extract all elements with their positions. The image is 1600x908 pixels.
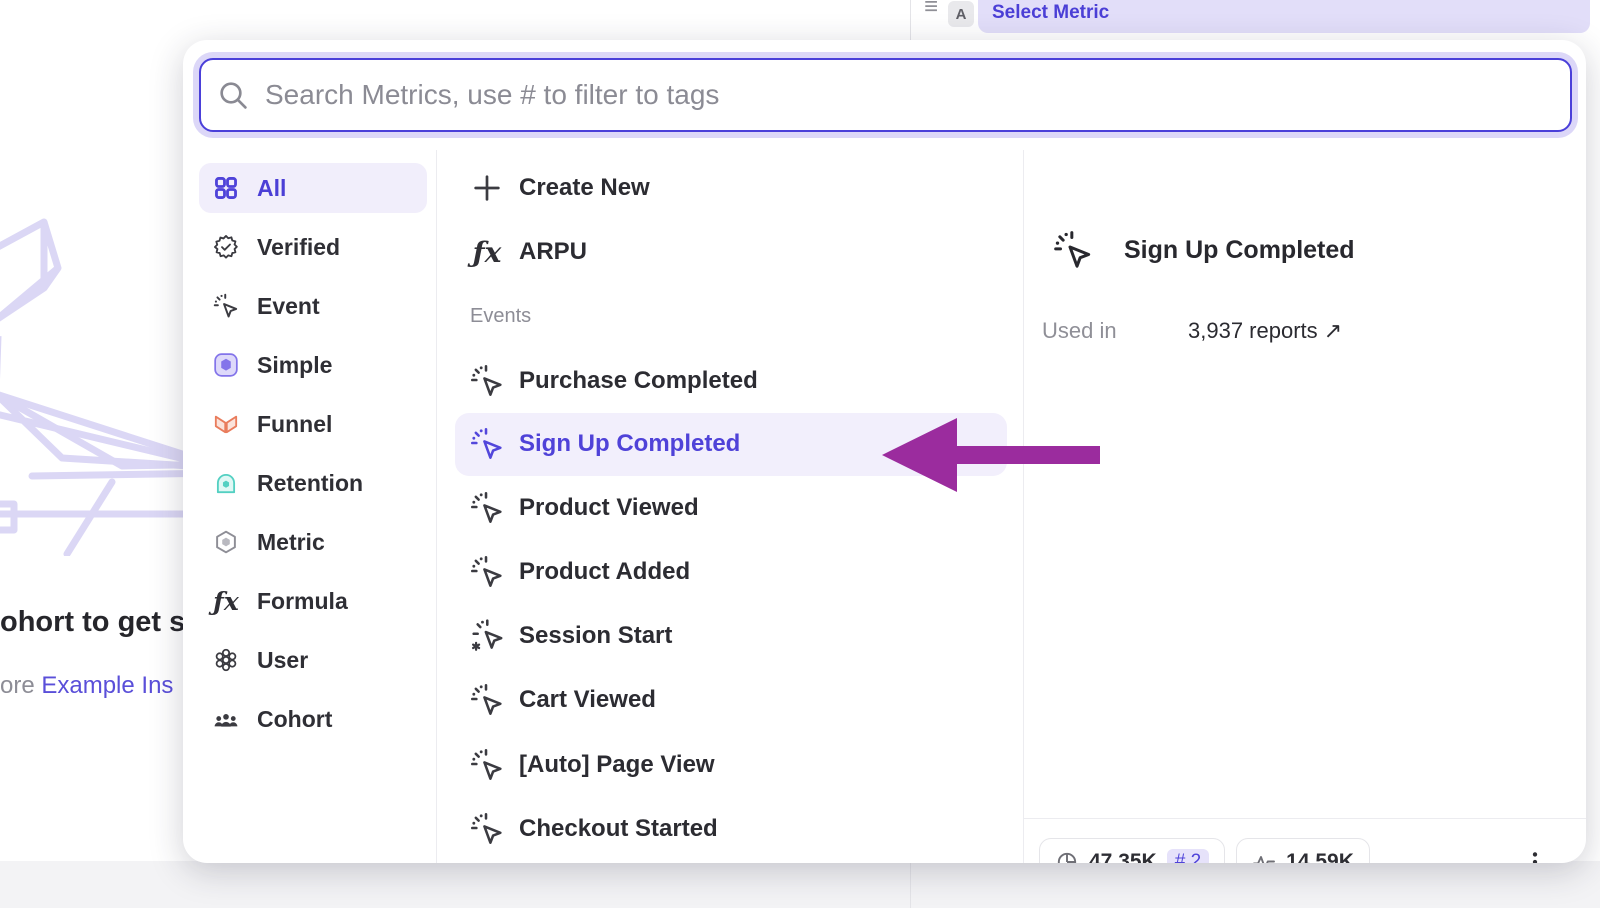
more-options-button[interactable] (1520, 847, 1550, 863)
empty-state-subtext: ore Example Ins (0, 672, 173, 700)
list-item-label: Session Start (519, 622, 672, 650)
event-cursor-icon (1053, 230, 1093, 270)
event-cursor-star-icon (470, 619, 504, 653)
sidebar-item-label: Funnel (257, 411, 332, 438)
list-item-session-start[interactable]: Session Start (437, 604, 1023, 668)
funnel-icon (212, 410, 240, 438)
sidebar-item-simple[interactable]: Simple (199, 340, 427, 390)
stat-value: 47.35K (1089, 850, 1157, 864)
retention-icon (212, 469, 240, 497)
sidebar-item-retention[interactable]: Retention (199, 458, 427, 508)
search-input[interactable] (199, 58, 1572, 132)
events-section-header: Events (437, 284, 1023, 348)
dialog-content: All Verified Event (183, 150, 1586, 863)
list-item-label: Checkout Started (519, 815, 718, 843)
event-cursor-icon (470, 555, 504, 589)
list-item-product-viewed[interactable]: Product Viewed (437, 476, 1023, 540)
list-item-label: ARPU (519, 238, 587, 266)
grid-icon (212, 174, 240, 202)
activity-pulse-icon (1252, 850, 1276, 864)
sidebar-item-metric[interactable]: Metric (199, 517, 427, 567)
list-item-product-added[interactable]: Product Added (437, 540, 1023, 604)
list-item-cart-viewed[interactable]: Cart Viewed (437, 668, 1023, 732)
event-cursor-icon (470, 427, 504, 461)
plus-icon (470, 171, 504, 205)
list-item-purchase-completed[interactable]: Purchase Completed (437, 349, 1023, 413)
event-cursor-icon (470, 683, 504, 717)
drag-handle-icon[interactable]: ≡ (924, 0, 938, 21)
sidebar-item-label: Event (257, 293, 320, 320)
metric-list: Create New ƒx ARPU Events Purchase Compl… (437, 150, 1024, 863)
sidebar-item-label: Verified (257, 234, 340, 261)
metric-picker-dialog: All Verified Event (183, 40, 1586, 863)
list-item-label: Product Viewed (519, 494, 699, 522)
sidebar-item-label: User (257, 647, 308, 674)
list-item-label: Sign Up Completed (519, 430, 740, 458)
detail-footer-divider (1024, 818, 1586, 819)
report-usage-pill[interactable]: 47.35K # 2 (1039, 838, 1225, 863)
user-cluster-icon (212, 646, 240, 674)
sidebar-item-label: Simple (257, 352, 332, 379)
sidebar-item-label: Formula (257, 588, 348, 615)
sidebar-item-label: Retention (257, 470, 363, 497)
usage-stats: 47.35K # 2 14.59K (1039, 838, 1370, 863)
list-item-label: Purchase Completed (519, 367, 758, 395)
list-item-label: Product Added (519, 558, 690, 586)
sidebar-item-label: Metric (257, 529, 325, 556)
cohort-people-icon (212, 705, 240, 733)
list-item-auto-page-view[interactable]: [Auto] Page View (437, 733, 1023, 797)
empty-state-headline-fragment: ohort to get s (0, 606, 185, 639)
create-new-label: Create New (519, 174, 650, 202)
event-cursor-icon (212, 292, 240, 320)
reports-link[interactable]: 3,937 reports ↗ (1188, 318, 1342, 344)
sidebar-item-all[interactable]: All (199, 163, 427, 213)
empty-state-link-prefix: ore (0, 672, 41, 699)
events-section-label: Events (470, 305, 531, 328)
detail-header: Sign Up Completed (1053, 230, 1355, 270)
event-cursor-icon (470, 364, 504, 398)
used-in-label: Used in (1042, 318, 1188, 344)
reports-count: 3,937 reports (1188, 318, 1318, 343)
page-background-strip (0, 861, 1600, 908)
external-link-arrow-icon: ↗ (1324, 318, 1342, 343)
create-new-button[interactable]: Create New (437, 156, 1023, 220)
event-cursor-icon (470, 748, 504, 782)
formula-fx-icon: ƒx (212, 587, 240, 615)
rank-badge: # 2 (1167, 849, 1209, 864)
list-item-label: [Auto] Page View (519, 751, 715, 779)
list-item-sign-up-completed[interactable]: Sign Up Completed (455, 413, 1007, 476)
stat-value: 14.59K (1286, 850, 1354, 864)
pie-chart-icon (1055, 850, 1079, 864)
sidebar-item-funnel[interactable]: Funnel (199, 399, 427, 449)
used-in-row: Used in 3,937 reports ↗ (1042, 318, 1342, 344)
sidebar-item-formula[interactable]: ƒx Formula (199, 576, 427, 626)
sidebar-item-verified[interactable]: Verified (199, 222, 427, 272)
select-metric-label[interactable]: Select Metric (992, 2, 1109, 24)
list-item-arpu[interactable]: ƒx ARPU (437, 220, 1023, 284)
event-cursor-icon (470, 812, 504, 846)
sidebar-item-label: Cohort (257, 706, 332, 733)
series-a-badge: A (948, 1, 974, 27)
sidebar-item-user[interactable]: User (199, 635, 427, 685)
sidebar-item-label: All (257, 175, 286, 202)
sidebar-item-event[interactable]: Event (199, 281, 427, 331)
category-sidebar: All Verified Event (183, 150, 437, 863)
search-bar (199, 58, 1572, 132)
list-item-label: Cart Viewed (519, 686, 656, 714)
list-item-checkout-started[interactable]: Checkout Started (437, 797, 1023, 861)
verified-badge-icon (212, 233, 240, 261)
example-insights-link[interactable]: Example Ins (41, 672, 173, 699)
metric-detail-panel: Sign Up Completed Used in 3,937 reports … (1024, 150, 1586, 863)
screen: ohort to get s ore Example Ins ≡ A Selec… (0, 0, 1600, 908)
detail-title: Sign Up Completed (1124, 236, 1355, 265)
metric-hexagon-icon (212, 528, 240, 556)
simple-metric-icon (212, 351, 240, 379)
event-cursor-icon (470, 491, 504, 525)
sidebar-item-cohort[interactable]: Cohort (199, 694, 427, 744)
formula-fx-icon: ƒx (470, 235, 504, 269)
search-icon (217, 79, 249, 111)
activity-pill[interactable]: 14.59K (1236, 838, 1370, 863)
kebab-menu-icon (1522, 849, 1548, 863)
